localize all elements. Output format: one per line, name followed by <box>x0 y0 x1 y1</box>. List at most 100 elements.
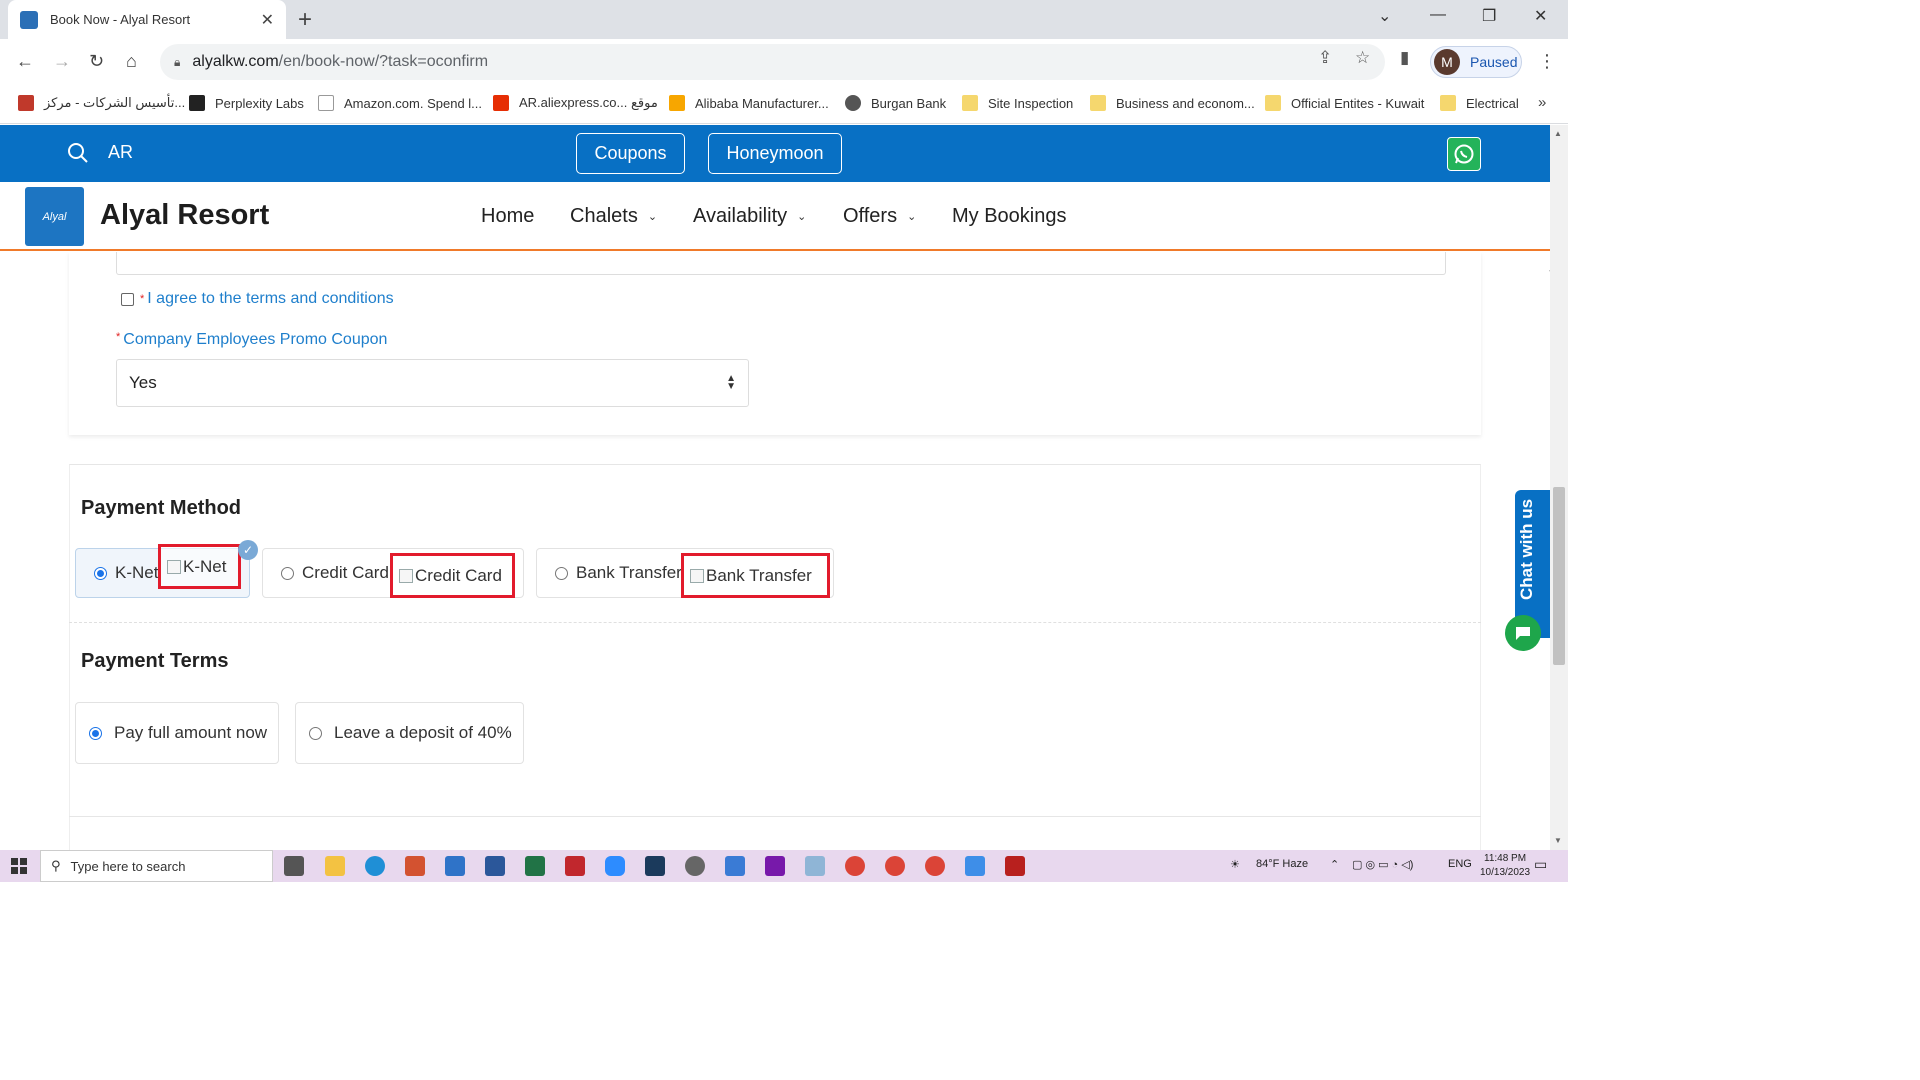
whatsapp-icon[interactable] <box>1447 137 1481 171</box>
tray-icons[interactable]: ▢ ◎ ▭ ◔ ◁) <box>1352 858 1413 871</box>
bookmark-item[interactable]: Alibaba Manufacturer... <box>669 95 829 111</box>
input-language[interactable]: ENG <box>1448 858 1472 870</box>
nav-offers[interactable]: Offers ⌄ <box>843 205 916 228</box>
resort-logo[interactable]: Alyal <box>25 187 84 246</box>
weather-text[interactable]: 84°F Haze <box>1256 858 1308 870</box>
close-tab-icon[interactable]: ✕ <box>261 10 274 30</box>
language-switch[interactable]: AR <box>108 142 133 163</box>
nav-availability[interactable]: Availability ⌄ <box>693 205 806 228</box>
bookmark-item[interactable]: Amazon.com. Spend l... <box>318 95 482 111</box>
chrome-icon[interactable] <box>845 856 865 876</box>
system-clock[interactable]: 11:48 PM 10/13/2023 <box>1480 852 1530 880</box>
scroll-up-icon[interactable]: ▲ <box>1554 129 1562 138</box>
search-icon[interactable] <box>67 142 89 164</box>
window-close-icon[interactable]: ✕ <box>1534 6 1547 26</box>
scrollbar-thumb[interactable] <box>1553 487 1565 665</box>
chrome-icon[interactable] <box>925 856 945 876</box>
word-icon[interactable] <box>485 856 505 876</box>
required-mark: * <box>140 293 145 305</box>
brand-name[interactable]: Alyal Resort <box>100 199 269 232</box>
bookmark-folder[interactable]: Electrical <box>1440 95 1519 111</box>
taskbar-search[interactable]: ⚲ Type here to search <box>40 850 273 882</box>
share-icon[interactable]: ⇪ <box>1318 48 1332 68</box>
bookmark-folder[interactable]: Official Entites - Kuwait <box>1265 95 1424 111</box>
bookmark-favicon-icon <box>189 95 205 111</box>
app-icon[interactable] <box>965 856 985 876</box>
chrome-profile-icon[interactable] <box>885 856 905 876</box>
browser-tab[interactable]: Book Now - Alyal Resort ✕ <box>8 0 286 39</box>
forward-icon[interactable]: → <box>53 51 71 72</box>
payment-term-full[interactable]: Pay full amount now <box>75 702 279 764</box>
excel-icon[interactable] <box>525 856 545 876</box>
knet-radio[interactable] <box>94 566 107 580</box>
section-divider <box>69 816 1481 817</box>
address-bar[interactable]: 🔒︎ alyalkw.com/en/book-now/?task=oconfir… <box>160 44 1385 80</box>
credit-card-label: Credit Card <box>302 563 389 582</box>
file-explorer-icon[interactable] <box>325 856 345 876</box>
taskbar-search-placeholder: Type here to search <box>70 858 186 874</box>
reload-icon[interactable]: ↻ <box>89 51 104 72</box>
notifications-icon[interactable]: ▭ <box>1534 856 1547 873</box>
folder-icon <box>962 95 978 111</box>
more-bookmarks-icon[interactable]: » <box>1538 94 1546 111</box>
full-amount-radio[interactable] <box>89 726 102 740</box>
maximize-icon[interactable]: ❐ <box>1482 6 1496 26</box>
acrobat-icon[interactable] <box>565 856 585 876</box>
promo-coupon-select[interactable]: Yes ▲ ▼ <box>116 359 749 407</box>
minimize-icon[interactable]: — <box>1430 6 1446 24</box>
bookmark-star-icon[interactable]: ☆ <box>1355 48 1370 68</box>
tray-chevron-icon[interactable]: ⌃ <box>1330 858 1339 871</box>
app-icon[interactable] <box>645 856 665 876</box>
nav-home[interactable]: Home <box>481 205 534 228</box>
bookmark-item[interactable]: Perplexity Labs <box>189 95 304 111</box>
filezilla-icon[interactable] <box>1005 856 1025 876</box>
bookmark-item[interactable]: تأسيس الشركات - مركز... <box>18 95 185 111</box>
task-view-icon[interactable] <box>284 856 304 876</box>
coupons-button[interactable]: Coupons <box>576 133 685 174</box>
page-scrollbar[interactable]: ▲ ▼ <box>1550 125 1568 850</box>
tab-search-chevron-icon[interactable]: ⌄ <box>1378 6 1391 26</box>
profile-button[interactable]: M Paused <box>1430 46 1522 78</box>
nav-chalets[interactable]: Chalets ⌄ <box>570 205 657 228</box>
bookmark-item[interactable]: AR.aliexpress.co... موقع <box>493 95 658 111</box>
bookmark-folder[interactable]: Site Inspection <box>962 95 1073 111</box>
url-host: alyalkw.com <box>192 53 279 70</box>
site-top-bar: AR Coupons Honeymoon <box>0 125 1550 182</box>
back-icon[interactable]: ← <box>16 51 34 72</box>
new-tab-icon[interactable]: + <box>298 6 312 34</box>
lock-icon[interactable]: 🔒︎ <box>174 55 180 70</box>
mail-icon[interactable] <box>445 856 465 876</box>
onenote-icon[interactable] <box>765 856 785 876</box>
powerpoint-icon[interactable] <box>405 856 425 876</box>
honeymoon-button[interactable]: Honeymoon <box>708 133 842 174</box>
bank-transfer-radio[interactable] <box>555 566 568 580</box>
payment-term-deposit[interactable]: Leave a deposit of 40% <box>295 702 524 764</box>
terms-link[interactable]: I agree to the terms and conditions <box>147 290 393 308</box>
browser-menu-icon[interactable]: ⋮ <box>1538 51 1556 72</box>
weather-icon[interactable]: ☀ <box>1230 858 1240 871</box>
bookmark-item[interactable]: Burgan Bank <box>845 95 946 111</box>
credit-card-radio[interactable] <box>281 566 294 580</box>
deposit-label: Leave a deposit of 40% <box>334 723 512 742</box>
windows-start-icon[interactable] <box>11 858 27 874</box>
edge-icon[interactable] <box>365 856 385 876</box>
side-panel-icon[interactable]: ▮ <box>1400 48 1409 68</box>
notes-textarea[interactable]: ◢ <box>116 252 1550 275</box>
booking-content: ◢ * I agree to the terms and conditions … <box>0 252 1550 850</box>
url-path: /en/book-now/?task=oconfirm <box>278 53 489 70</box>
terms-checkbox[interactable] <box>121 292 134 306</box>
chat-bubble-icon[interactable] <box>1505 615 1541 651</box>
home-icon[interactable]: ⌂ <box>126 51 137 72</box>
settings-gear-icon[interactable] <box>685 856 705 876</box>
zoom-icon[interactable] <box>605 856 625 876</box>
scroll-down-icon[interactable]: ▼ <box>1554 836 1562 845</box>
bookmark-folder[interactable]: Business and econom... <box>1090 95 1255 111</box>
deposit-radio[interactable] <box>309 726 322 740</box>
bookmark-label: Official Entites - Kuwait <box>1291 95 1425 111</box>
app-icon[interactable] <box>805 856 825 876</box>
chevron-down-icon: ⌄ <box>647 211 658 223</box>
bookmark-label: Electrical <box>1466 95 1519 111</box>
nav-my-bookings[interactable]: My Bookings <box>952 205 1067 228</box>
broken-image-icon <box>399 568 413 583</box>
app-icon[interactable] <box>725 856 745 876</box>
